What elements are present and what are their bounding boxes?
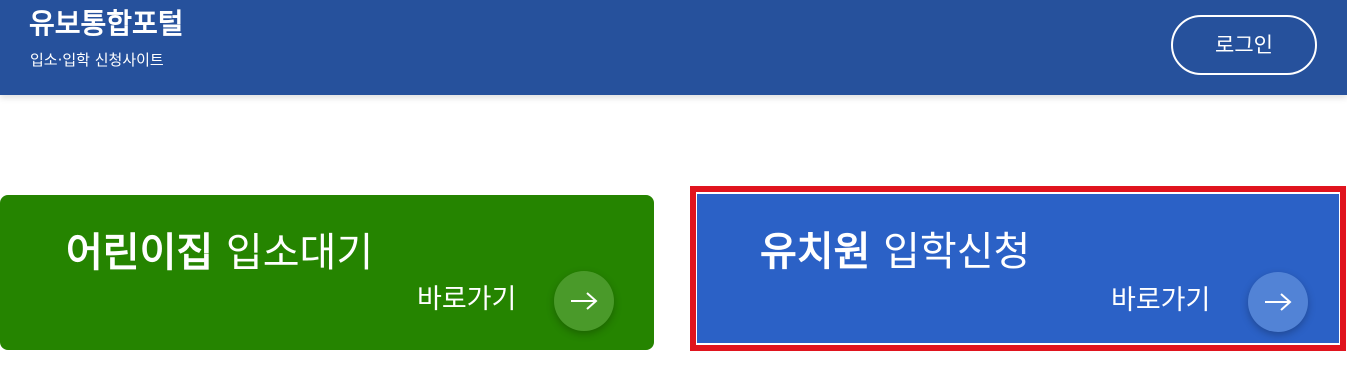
daycare-card-title: 어린이집 입소대기 [66,227,373,279]
daycare-waitlist-card[interactable]: 어린이집 입소대기 바로가기 [0,195,654,350]
kindergarten-card-title-light: 입학신청 [883,229,1031,275]
site-subtitle: 입소·입학 신청사이트 [30,51,164,69]
kindergarten-goto-label[interactable]: 바로가기 [1111,284,1210,318]
daycare-goto-label[interactable]: 바로가기 [417,283,516,317]
site-header: 유보통합포털 입소·입학 신청사이트 로그인 [0,0,1347,95]
arrow-right-icon [1265,293,1292,311]
site-title[interactable]: 유보통합포털 [29,6,184,42]
kindergarten-card-title-strong: 유치원 [760,229,871,275]
arrow-right-icon [571,292,598,310]
kindergarten-goto-button[interactable] [1248,272,1308,332]
daycare-card-title-strong: 어린이집 [66,230,214,276]
kindergarten-admission-card[interactable]: 유치원 입학신청 바로가기 [697,194,1339,343]
daycare-card-title-light: 입소대기 [225,230,374,276]
login-button[interactable]: 로그인 [1171,15,1317,75]
daycare-goto-button[interactable] [554,271,614,331]
kindergarten-card-title: 유치원 입학신청 [760,226,1030,278]
